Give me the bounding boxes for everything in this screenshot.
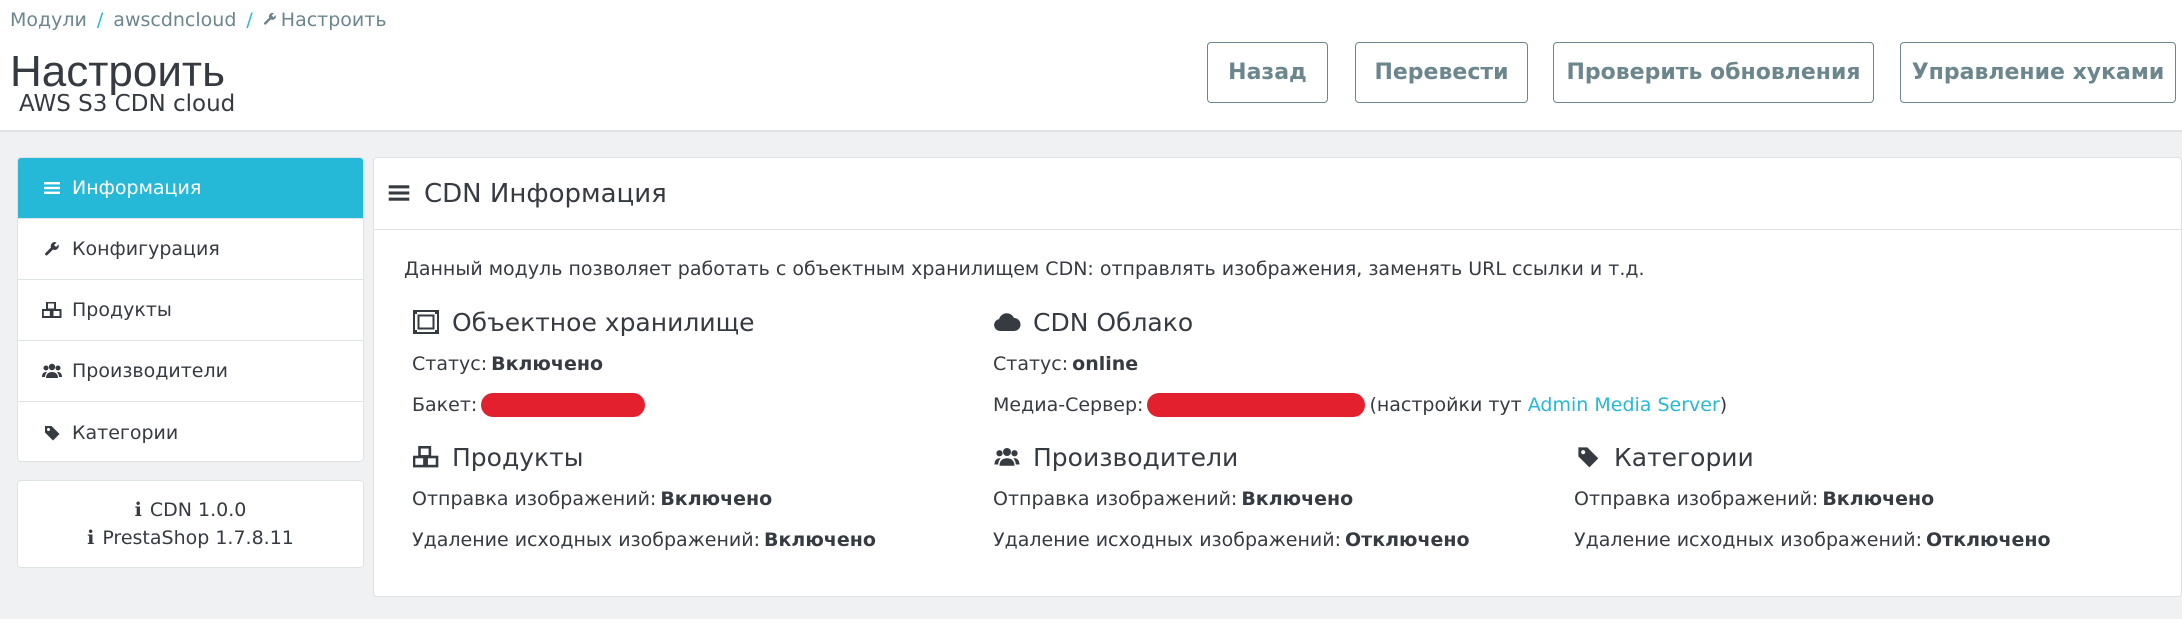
sidebar-item-categories[interactable]: Категории: [18, 402, 363, 461]
products-send-row: Отправка изображений: Включено: [412, 487, 773, 510]
storage-status-value: Включено: [491, 352, 604, 375]
manufacturers-block: Производители Отправка изображений: Включ…: [993, 441, 1470, 555]
users-icon: [993, 447, 1021, 467]
media-server-row: Медиа-Сервер: (настройки тут Admin Media…: [993, 392, 1728, 417]
sidebar-item-products[interactable]: Продукты: [18, 280, 363, 341]
breadcrumb-modules[interactable]: Модули: [10, 9, 87, 31]
check-updates-button[interactable]: Проверить обновления: [1553, 42, 1874, 103]
panel-description: Данный модуль позволяет работать с объек…: [404, 258, 1645, 280]
bars-icon: [42, 181, 62, 195]
users-icon: [42, 363, 62, 379]
tag-icon: [1574, 446, 1602, 468]
products-title: Продукты: [412, 441, 876, 473]
manufacturers-delete-row: Удаление исходных изображений: Отключено: [993, 528, 1470, 551]
cloud-status-value: online: [1072, 352, 1139, 375]
cdn-info-panel: CDN Информация Данный модуль позволяет р…: [373, 157, 2182, 597]
products-block: Продукты Отправка изображений: Включено У…: [412, 441, 876, 555]
prestashop-version: i PrestaShop 1.7.8.11: [87, 524, 294, 552]
media-server-redacted: [1147, 392, 1366, 417]
sidebar-item-information[interactable]: Информация: [18, 158, 363, 219]
cdn-cloud-block: CDN Облако Статус: online Медиа-Сервер: (…: [993, 306, 1727, 420]
page-header: Модули / awscdncloud / Настроить Настроить A…: [0, 0, 2182, 132]
bucket-row: Бакет:: [412, 389, 755, 420]
wrench-icon: [263, 9, 277, 31]
cubes-icon: [42, 302, 62, 318]
sidebar-menu: Информация Конфигурация Продукты Произво…: [17, 157, 364, 462]
panel-title: CDN Информация: [424, 178, 667, 209]
page-subtitle: AWS S3 CDN cloud: [19, 91, 236, 117]
bucket-redacted: [481, 392, 646, 417]
sidebar-item-label: Категории: [72, 421, 179, 444]
sidebar-item-label: Конфигурация: [72, 238, 220, 260]
storage-icon: [412, 310, 440, 334]
prestashop-version-text: PrestaShop 1.7.8.11: [102, 527, 294, 549]
sidebar-item-manufacturers[interactable]: Производители: [18, 341, 363, 402]
breadcrumb-separator: /: [246, 9, 253, 31]
manufacturers-send-row: Отправка изображений: Включено: [993, 487, 1354, 510]
cubes-icon: [412, 446, 440, 468]
info-icon: i: [87, 527, 95, 549]
panel-heading: CDN Информация: [374, 158, 2181, 230]
sidebar-item-configuration[interactable]: Конфигурация: [18, 219, 363, 280]
info-icon: i: [134, 499, 142, 521]
tag-icon: [42, 425, 62, 441]
version-info-box: i CDN 1.0.0 i PrestaShop 1.7.8.11: [17, 480, 364, 568]
manage-hooks-button[interactable]: Управление хуками: [1900, 42, 2176, 103]
sidebar-item-label: Продукты: [72, 299, 172, 321]
cloud-icon: [993, 312, 1021, 332]
products-delete-row: Удаление исходных изображений: Включено: [412, 528, 876, 551]
wrench-icon: [42, 241, 62, 257]
categories-title: Категории: [1574, 441, 2051, 473]
admin-media-server-link[interactable]: Admin Media Server: [1528, 394, 1720, 416]
back-button[interactable]: Назад: [1207, 42, 1328, 103]
categories-delete-row: Удаление исходных изображений: Отключено: [1574, 528, 2051, 551]
object-storage-block: Объектное хранилище Статус: Включено Баке…: [412, 306, 755, 420]
translate-button[interactable]: Перевести: [1355, 42, 1528, 103]
cdn-version-text: CDN 1.0.0: [149, 499, 247, 521]
cloud-status-row: Статус: online: [993, 352, 1139, 375]
cdn-version: i CDN 1.0.0: [135, 496, 247, 524]
object-storage-title: Объектное хранилище: [412, 306, 755, 338]
breadcrumb-module[interactable]: awscdncloud: [113, 9, 236, 31]
categories-block: Категории Отправка изображений: Включено …: [1574, 441, 2051, 555]
sidebar-item-label: Информация: [72, 177, 202, 199]
manufacturers-title: Производители: [993, 441, 1470, 473]
cdn-cloud-title: CDN Облако: [993, 306, 1727, 338]
breadcrumb: Модули / awscdncloud / Настроить: [10, 9, 387, 31]
sidebar-item-label: Производители: [72, 360, 228, 382]
breadcrumb-separator: /: [96, 9, 104, 31]
page-title: Настроить: [10, 47, 225, 96]
bars-icon: [388, 179, 410, 209]
storage-status-row: Статус: Включено: [412, 352, 604, 375]
breadcrumb-current: Настроить: [280, 9, 387, 31]
categories-send-row: Отправка изображений: Включено: [1574, 487, 1935, 510]
